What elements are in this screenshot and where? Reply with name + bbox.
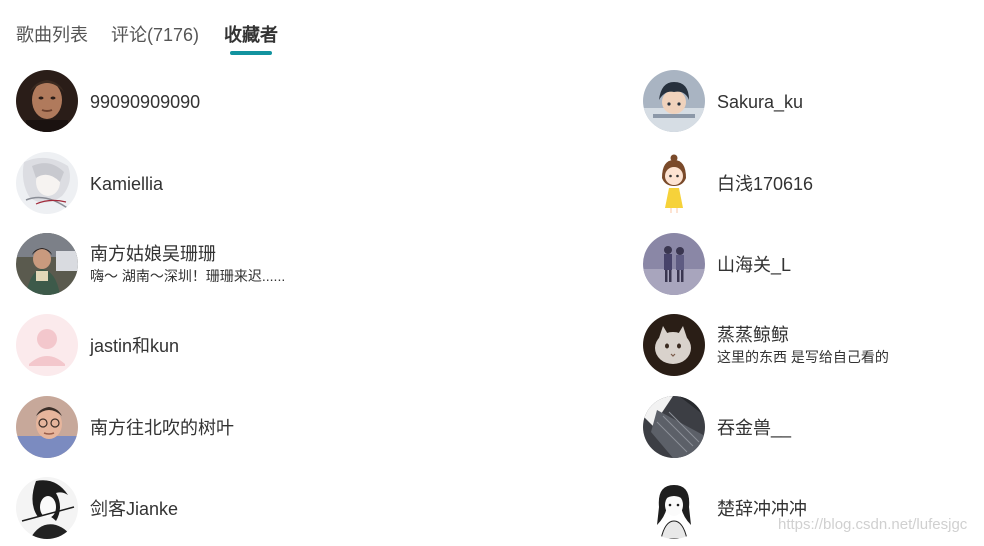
collector-signature: 这里的东西 是写给自己看的 (717, 349, 889, 365)
collector-name[interactable]: Kamiellia (90, 173, 163, 195)
collector-item[interactable]: 99090909090 (16, 70, 336, 134)
collector-name[interactable]: 南方姑娘吴珊珊 (90, 243, 216, 265)
tab-collectors-label: 收藏者 (224, 25, 278, 45)
tab-song-list-label: 歌曲列表 (16, 25, 88, 45)
active-tab-indicator (230, 51, 272, 55)
collector-item[interactable]: 蒸蒸鲸鲸 这里的东西 是写给自己看的 (643, 314, 963, 378)
manga-girl-avatar[interactable] (643, 477, 705, 539)
watermark-text: https://blog.csdn.net/lufesjgc (778, 516, 968, 533)
collector-item[interactable]: 剑客Jianke (16, 477, 336, 541)
collector-item[interactable]: 南方姑娘吴珊珊 嗨～ 湖南～深圳！珊珊来迟...... (16, 233, 336, 297)
tab-collectors[interactable]: 收藏者 (224, 22, 278, 55)
default-user-avatar[interactable] (16, 314, 78, 376)
tab-song-list[interactable]: 歌曲列表 (16, 22, 88, 48)
manga-swordsman-avatar[interactable] (16, 477, 78, 539)
collector-name[interactable]: 白浅170616 (717, 173, 813, 195)
fabric-avatar[interactable] (643, 396, 705, 458)
collector-name[interactable]: 99090909090 (90, 91, 200, 113)
dark-portrait-avatar[interactable] (16, 70, 78, 132)
couple-walking-avatar[interactable] (643, 233, 705, 295)
collector-item[interactable]: Kamiellia (16, 152, 336, 216)
anime-boy-avatar[interactable] (643, 70, 705, 132)
sketch-girl-avatar[interactable] (16, 152, 78, 214)
tab-comments[interactable]: 评论(7176) (111, 22, 199, 48)
collector-item[interactable]: 吞金兽__ (643, 396, 963, 460)
photo-girl-avatar[interactable] (16, 233, 78, 295)
collector-name[interactable]: 南方往北吹的树叶 (90, 417, 234, 439)
cat-avatar[interactable] (643, 314, 705, 376)
tab-comments-label: 评论(7176) (111, 25, 200, 45)
collector-name[interactable]: jastin和kun (90, 335, 179, 357)
collector-name[interactable]: 蒸蒸鲸鲸 (717, 324, 789, 346)
glasses-boy-avatar[interactable] (16, 396, 78, 458)
collector-item[interactable]: Sakura_ku (643, 70, 963, 134)
collector-item[interactable]: 山海关_L (643, 233, 963, 297)
cartoon-girl-avatar[interactable] (643, 152, 705, 214)
collector-item[interactable]: jastin和kun (16, 314, 336, 378)
collector-signature: 嗨～ 湖南～深圳！珊珊来迟...... (90, 268, 286, 284)
collector-name[interactable]: 剑客Jianke (90, 498, 178, 520)
collector-item[interactable]: 南方往北吹的树叶 (16, 396, 336, 460)
collector-name[interactable]: 山海关_L (717, 254, 791, 276)
collector-name[interactable]: 吞金兽__ (717, 417, 791, 439)
collector-name[interactable]: Sakura_ku (717, 91, 803, 113)
collector-item[interactable]: 白浅170616 (643, 152, 963, 216)
